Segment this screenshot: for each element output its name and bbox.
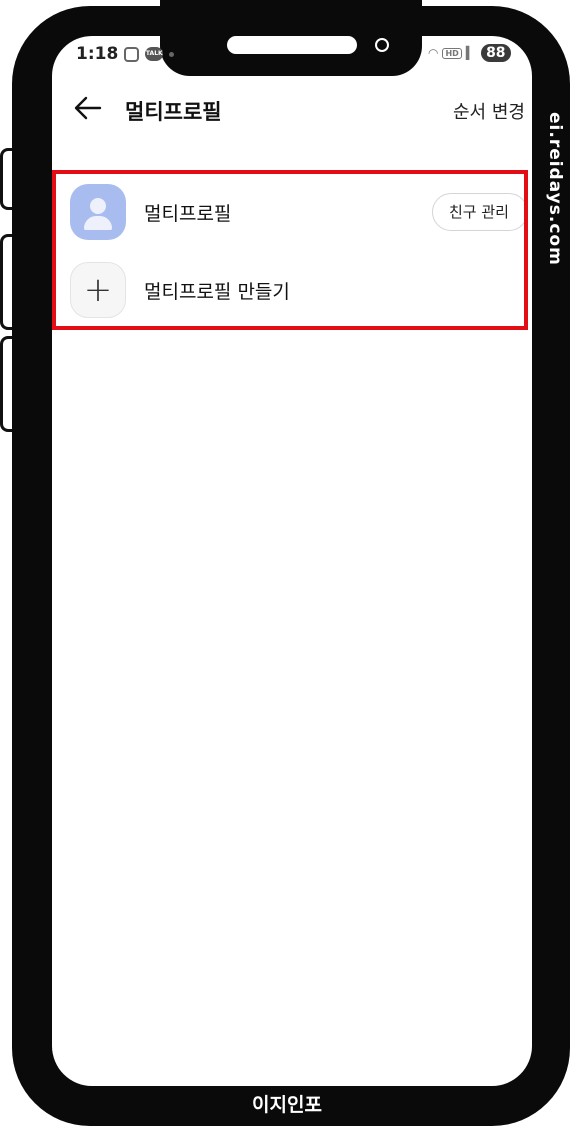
highlight-box [52, 170, 528, 330]
screenshot-icon [124, 46, 140, 62]
reorder-button[interactable]: 순서 변경 [453, 98, 525, 124]
status-bar-right: ◠ HD ▍ 88 [428, 44, 511, 62]
signal-icon: ▍ [465, 46, 476, 60]
back-arrow-icon[interactable] [72, 92, 104, 124]
dot-icon [169, 51, 175, 57]
status-bar-left: 1:18 TALK [76, 44, 175, 64]
watermark: ei.reidays.com [545, 112, 565, 266]
page-title: 멀티프로필 [125, 100, 222, 124]
kakaotalk-icon: TALK [145, 47, 164, 61]
brand-label: 이지인포 [252, 1094, 322, 1116]
battery-indicator: 88 [481, 44, 511, 62]
wifi-icon: ◠ [428, 46, 439, 60]
speaker-grille [227, 36, 357, 54]
front-camera [375, 38, 389, 52]
hd-icon: HD [442, 47, 462, 59]
status-time: 1:18 [76, 44, 119, 64]
